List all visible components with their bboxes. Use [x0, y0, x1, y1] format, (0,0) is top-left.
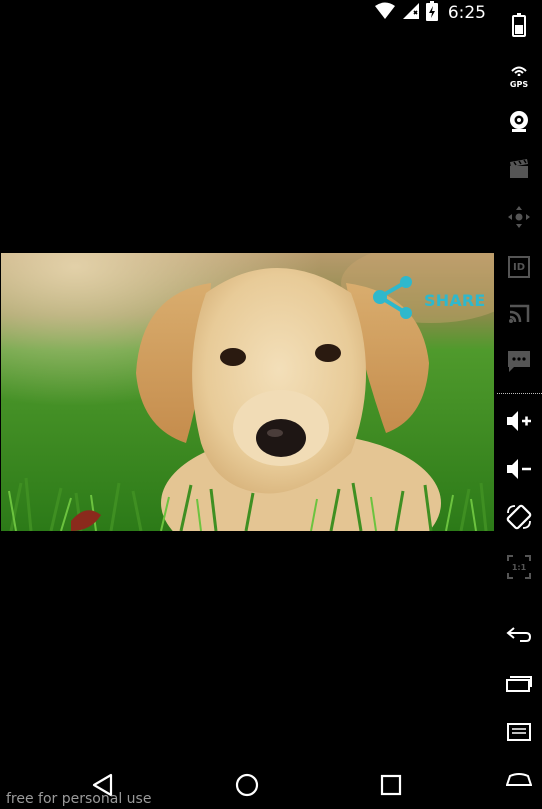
share-icon: [372, 275, 416, 325]
sidebar-battery-button[interactable]: [506, 13, 532, 41]
sidebar-rotate-button[interactable]: [506, 504, 532, 534]
wifi-icon: [374, 2, 396, 24]
sidebar-volume-up-button[interactable]: [506, 410, 532, 436]
id-label: ID: [512, 261, 526, 273]
sidebar-cast-button[interactable]: [506, 302, 532, 328]
status-icons: 6:25: [374, 1, 486, 25]
back-icon: [506, 625, 532, 649]
share-label: SHARE: [424, 290, 486, 310]
sidebar-divider: [497, 393, 542, 394]
watermark-text: free for personal use: [6, 791, 152, 807]
video-icon: [508, 158, 530, 184]
status-bar: 6:25: [0, 0, 494, 26]
dpad-icon: [507, 205, 531, 233]
status-time: 6:25: [447, 3, 486, 23]
sms-icon: [507, 349, 531, 377]
nav-home-button[interactable]: [232, 772, 262, 802]
share-button[interactable]: SHARE: [372, 275, 486, 325]
volume-down-icon: [506, 458, 532, 484]
id-icon: ID: [508, 256, 530, 278]
sidebar-gps-button[interactable]: GPS: [506, 61, 532, 89]
nav-recents-button[interactable]: [376, 772, 406, 802]
gps-label: GPS: [509, 80, 529, 89]
sidebar-back-button[interactable]: [506, 624, 532, 650]
sidebar-menu-button[interactable]: [506, 720, 532, 746]
recents-icon: [506, 673, 532, 697]
volume-up-icon: [506, 410, 532, 436]
battery-icon: [512, 13, 526, 41]
cast-icon: [508, 302, 530, 328]
sidebar-id-button[interactable]: ID: [506, 254, 532, 280]
scale-label: 1:1: [511, 562, 527, 572]
home-icon: [234, 772, 260, 802]
scale-icon: 1:1: [506, 554, 532, 580]
rotate-icon: [506, 504, 532, 534]
sidebar-volume-down-button[interactable]: [506, 458, 532, 484]
sidebar-recents-button[interactable]: [506, 672, 532, 698]
sidebar-home-button[interactable]: [505, 766, 533, 792]
sidebar-video-button[interactable]: [506, 158, 532, 184]
gps-icon: [510, 61, 528, 80]
sidebar-scale-button[interactable]: 1:1: [506, 554, 532, 580]
menu-icon: [506, 721, 532, 745]
home-icon: [505, 767, 533, 791]
device-screen: 6:25 SHARE free for personal use: [0, 0, 494, 809]
sidebar-sms-button[interactable]: [506, 350, 532, 376]
cell-signal-icon: [402, 2, 420, 24]
emulator-sidebar: GPS ID 1:1: [494, 0, 542, 809]
sidebar-dpad-button[interactable]: [506, 206, 532, 232]
sidebar-camera-button[interactable]: [506, 110, 532, 136]
recents-icon: [380, 774, 402, 800]
camera-icon: [508, 109, 530, 137]
battery-charging-icon: [425, 1, 438, 25]
